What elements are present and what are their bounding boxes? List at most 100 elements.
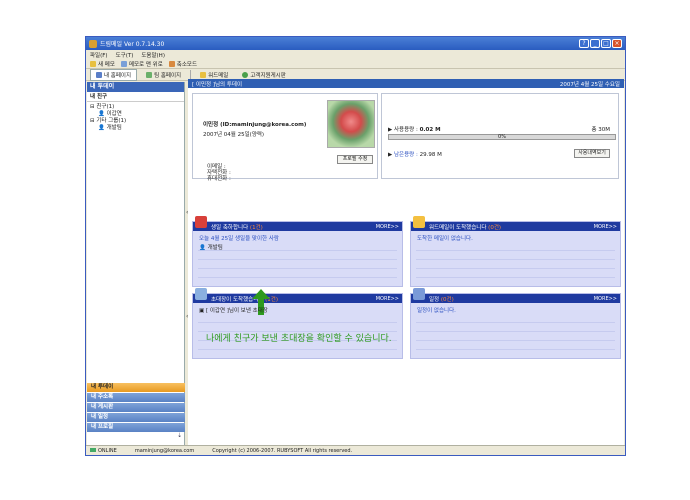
tree-item-friend[interactable]: 👤 이갑연 <box>90 111 181 118</box>
remain-value: 29.98 M <box>419 152 442 158</box>
app-window: 드림메일 Ver 0.7.14.30 ? _ □ × 파일(F) 도구(T) 도… <box>85 36 626 456</box>
menu-tools[interactable]: 도구(T) <box>116 51 134 59</box>
invitation-panel-header: 초대장이 도착했습니다 (1건) MORE>> <box>193 294 402 303</box>
tab-support-board-label: 고객지원게시판 <box>250 72 286 79</box>
birthday-panel-body: 오늘 4월 25일 생일을 맞이한 사람 👤 개발팀 <box>193 231 402 257</box>
title-bar: 드림메일 Ver 0.7.14.30 ? _ □ × <box>86 37 625 50</box>
profile-card: 이민정 (ID:maminjung@korea.com) 2007년 04월 2… <box>192 93 378 182</box>
sidebar-item-board-label: 내 게시판 <box>91 404 114 410</box>
sidebar-item-today[interactable]: 내 투데이 <box>87 383 185 392</box>
tab-divider <box>190 70 192 79</box>
mobile-phone-label: 휴대전화 : <box>207 176 231 182</box>
tab-team-home-label: 팀 홈페이지 <box>154 72 182 79</box>
tab-my-home[interactable]: 내 홈페이지 <box>90 68 138 81</box>
schedule-panel-title: 일정 <box>429 296 440 303</box>
remain-label: 남은용량 : <box>393 152 420 158</box>
online-indicator-icon <box>90 447 96 452</box>
profile-photo <box>327 100 375 148</box>
used-label: 사용용량 : <box>393 127 420 133</box>
mini-mode-label: 축소모드 <box>176 61 198 68</box>
tab-support-board[interactable]: 고객지원게시판 <box>237 70 290 80</box>
tree-group-other-label: 기타 그룹(1) <box>96 118 127 124</box>
remaining-storage: ▶ 남은용량 : 29.98 M <box>388 152 442 158</box>
new-memo-label: 새 메모 <box>98 61 115 68</box>
main-header: [ 이민정 ]님의 투데이 2007년 4월 25일 수요일 <box>188 79 624 88</box>
sidebar-item-profile-label: 내 프로필 <box>91 424 114 430</box>
sidebar-item-schedule[interactable]: 내 일정 <box>87 413 185 422</box>
mini-mode-button[interactable]: 축소모드 <box>168 60 198 68</box>
birthday-message: 오늘 4월 25일 생일을 맞이한 사람 <box>199 236 279 242</box>
help-button[interactable]: ? <box>579 39 589 48</box>
tree-item-devteam[interactable]: 👤 개발팀 <box>90 125 181 132</box>
tree-group-friends[interactable]: ⊟ 친구(1) <box>90 104 181 111</box>
online-status-label: ONLINE <box>98 447 117 454</box>
used-value: 0.02 M <box>419 127 441 133</box>
status-email: maminjung@korea.com <box>134 447 195 454</box>
sidebar-item-today-label: 내 투데이 <box>91 384 114 390</box>
sidebar-item-addressbook-label: 내 주소록 <box>91 394 114 400</box>
birthday-person-label: 개발팀 <box>207 245 223 251</box>
memo-top-label: 메모로 맨 위로 <box>128 61 163 68</box>
toolbar: 새 메모 메모로 맨 위로 축소모드 <box>86 59 625 69</box>
panel-lines <box>416 242 615 282</box>
storage-usage-card: ▶ 사용용량 : 0.02 M 총 30M 0% ▶ 남은용량 : 29.98 … <box>381 93 619 179</box>
invitation-item[interactable]: ▣ [ 이갑연 ]님이 보낸 초대장 <box>199 307 396 316</box>
word-mail-panel-body: 도착한 메일이 없습니다. <box>411 231 620 248</box>
sidebar-subheader: 내 친구 <box>87 92 184 102</box>
word-mail-panel-count: (0건) <box>488 224 502 231</box>
tab-my-home-label: 내 홈페이지 <box>104 72 132 79</box>
sidebar-item-board[interactable]: 내 게시판 <box>87 403 185 412</box>
team-icon <box>146 71 153 78</box>
invitation-more-link[interactable]: MORE>> <box>376 296 399 302</box>
status-bar: ONLINE maminjung@korea.com Copyright (c)… <box>86 445 625 455</box>
word-mail-empty-message: 도착한 메일이 없습니다. <box>417 236 473 242</box>
menu-help[interactable]: 도움말(H) <box>141 51 165 59</box>
close-button[interactable]: × <box>612 39 622 48</box>
mail-icon <box>200 71 207 78</box>
invitation-panel: 초대장이 도착했습니다 (1건) MORE>> ▣ [ 이갑연 ]님이 보낸 초… <box>192 288 403 359</box>
new-memo-button[interactable]: 새 메모 <box>90 60 115 68</box>
sidebar-header: 내 투데이 <box>87 82 184 92</box>
sidebar-item-addressbook[interactable]: 내 주소록 <box>87 393 185 402</box>
app-icon <box>89 39 97 48</box>
panel-lines <box>416 314 615 354</box>
schedule-panel: 일정 (0건) MORE>> 일정이 없습니다. <box>410 288 621 359</box>
word-mail-panel: 워드메일이 도착했습니다 (0건) MORE>> 도착한 메일이 없습니다. <box>410 216 621 287</box>
menu-file[interactable]: 파일(F) <box>90 51 108 59</box>
profile-date: 2007년 04월 25일(양력) <box>203 132 265 138</box>
tree-group-other[interactable]: ⊟ 기타 그룹(1) <box>90 118 181 125</box>
birthday-more-link[interactable]: MORE>> <box>376 224 399 230</box>
used-storage: ▶ 사용용량 : 0.02 M <box>388 127 441 133</box>
sidebar-menu: 내 투데이 내 주소록 내 게시판 내 일정 내 프로필 <box>87 382 185 432</box>
online-status: ONLINE <box>90 447 117 454</box>
tab-word-mail[interactable]: 워드메일 <box>195 70 233 80</box>
memo-top-button[interactable]: 메모로 맨 위로 <box>120 60 163 68</box>
sidebar-scroll-down-icon[interactable]: ⇣ <box>87 432 185 442</box>
tab-team-home[interactable]: 팀 홈페이지 <box>141 70 186 80</box>
sidebar-item-profile[interactable]: 내 프로필 <box>87 423 185 432</box>
pin-icon <box>120 60 127 67</box>
word-mail-more-link[interactable]: MORE>> <box>594 224 617 230</box>
tree-item-friend-label: 이갑연 <box>106 111 122 117</box>
schedule-empty-message: 일정이 없습니다. <box>417 308 456 314</box>
schedule-more-link[interactable]: MORE>> <box>594 296 617 302</box>
main-content: [ 이민정 ]님의 투데이 2007년 4월 25일 수요일 이민정 (ID:m… <box>188 79 624 445</box>
storage-percent: 0% <box>498 134 506 140</box>
schedule-panel-body: 일정이 없습니다. <box>411 303 620 320</box>
minimize-button[interactable]: _ <box>590 39 600 48</box>
sidebar-item-schedule-label: 내 일정 <box>91 414 109 420</box>
calendar-icon <box>413 288 425 300</box>
profile-edit-button[interactable]: 프로필 수정 <box>337 155 373 164</box>
copyright-text: Copyright (c) 2006-2007. RUBYSOFT All ri… <box>212 447 353 454</box>
word-mail-panel-header: 워드메일이 도착했습니다 (0건) MORE>> <box>411 222 620 231</box>
friend-tree: ⊟ 친구(1) 👤 이갑연 ⊟ 기타 그룹(1) 👤 개발팀 <box>87 102 184 134</box>
storage-progress-bar: 0% <box>388 134 616 140</box>
usage-history-button[interactable]: 사용내역보기 <box>574 149 610 158</box>
window-title: 드림메일 Ver 0.7.14.30 <box>100 41 165 48</box>
invitation-panel-body: ▣ [ 이갑연 ]님이 보낸 초대장 <box>193 303 402 320</box>
schedule-panel-count: (0건) <box>440 296 454 303</box>
birthday-person[interactable]: 👤 개발팀 <box>199 244 396 253</box>
support-icon <box>242 71 249 78</box>
main-title: [ 이민정 ]님의 투데이 <box>192 81 243 88</box>
maximize-button[interactable]: □ <box>601 39 611 48</box>
